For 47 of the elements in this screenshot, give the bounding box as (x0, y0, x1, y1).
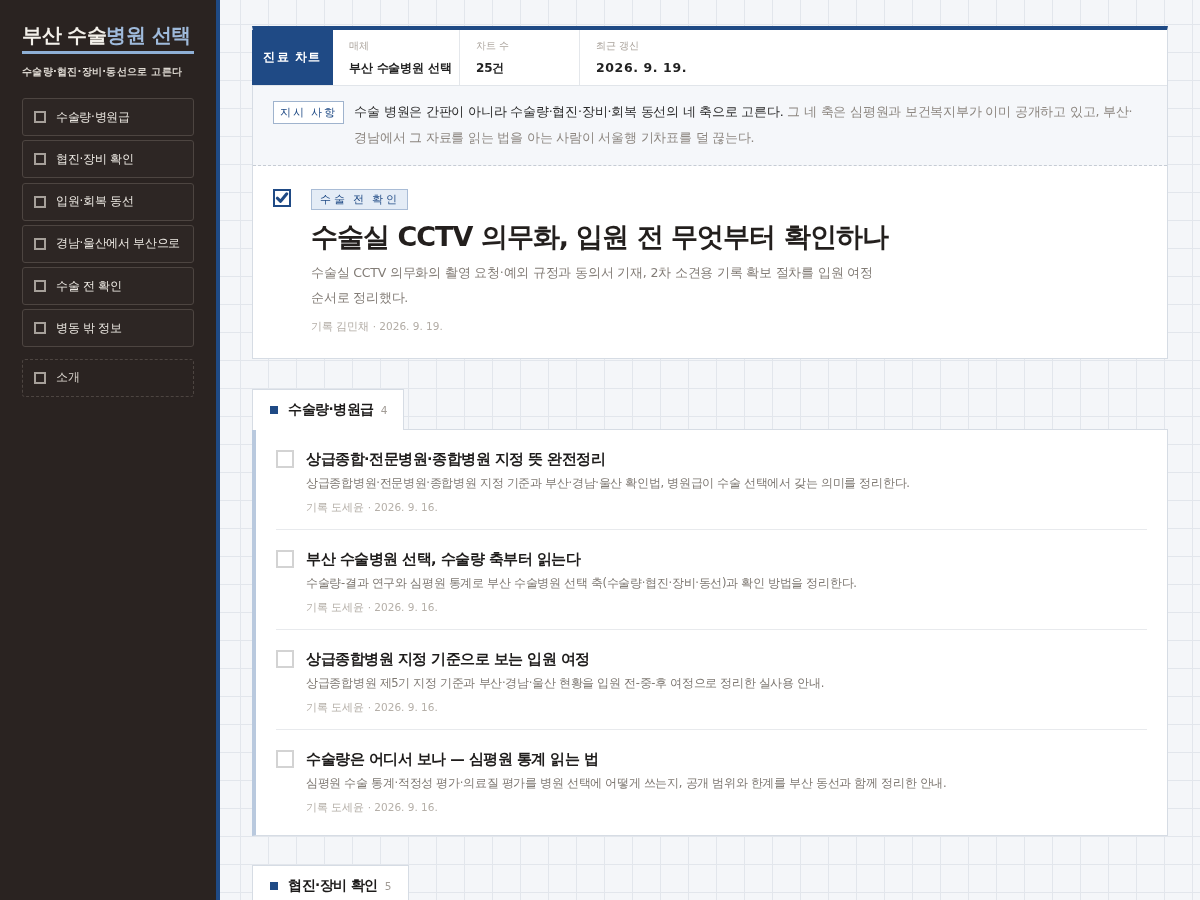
square-icon (34, 237, 46, 250)
article-title[interactable]: 수술량은 어디서 보나 — 심평원 통계 읽는 법 (306, 748, 1147, 770)
tagline: 수술량·협진·장비·동선으로 고른다 (22, 65, 184, 79)
field-value: 부산 수술병원 선택 (349, 60, 452, 77)
square-icon (34, 153, 46, 166)
nav-item[interactable]: 병동 밖 정보 (22, 309, 194, 348)
article-summary: 수술실 CCTV 의무화의 촬영 요청·예외 규정과 동의서 기재, 2차 소견용 기록 확보 절차를 입원 여정 순서로 정리했다. (311, 264, 874, 307)
square-icon (34, 195, 46, 208)
nav-item[interactable]: 수술 전 확인 (22, 267, 194, 306)
chart-label: 진료 차트 (252, 30, 333, 85)
article-summary: 상급종합병원 제5기 지정 기준과 부산·경남·울산 현황을 입원 전-중-후 여정으로 정리한 실사용 안내. (306, 675, 825, 692)
square-icon (34, 322, 46, 335)
section-count: 5 (384, 880, 392, 892)
field-value: 25건 (476, 60, 505, 77)
site-title: 부산 수술병원 선택 (22, 22, 194, 54)
checkbox[interactable] (273, 189, 291, 207)
topic-tag: 수술 전 확인 (311, 189, 409, 210)
square-icon (34, 371, 46, 384)
nav-item[interactable]: 수술량·병원급 (22, 98, 194, 136)
article-title[interactable]: 상급종합·전문병원·종합병원 지정 뜻 완전정리 (306, 448, 1147, 470)
article-byline: 기록 도세윤 · 2026. 9. 16. (306, 600, 439, 615)
square-icon (270, 882, 278, 890)
field-label: 차트 수 (476, 39, 510, 53)
article-byline: 기록 김민채 · 2026. 9. 19. (311, 320, 444, 334)
section-count: 4 (380, 404, 388, 416)
square-icon (34, 280, 46, 293)
section-title: 협진·장비 확인 (288, 877, 378, 895)
article-title[interactable]: 상급종합병원 지정 기준으로 보는 입원 여정 (306, 648, 1147, 670)
nav-item[interactable]: 입원·회복 동선 (22, 182, 194, 221)
square-icon (34, 111, 46, 123)
nav-item[interactable]: 협진·장비 확인 (22, 140, 194, 179)
section-title: 수술량·병원급 (288, 401, 374, 419)
notice-tag: 지시 사항 (273, 101, 345, 124)
article-summary: 상급종합병원·전문병원·종합병원 지정 기준과 부산·경남·울산 확인법, 병원급이 수술 선택에서 갖는 의미를 정리한다. (306, 475, 911, 492)
article-title[interactable]: 부산 수술병원 선택, 수술량 축부터 읽는다 (306, 548, 1147, 570)
field-label: 최근 갱신 (596, 39, 640, 53)
field-label: 매체 (349, 39, 369, 53)
field-value: 2026. 9. 19. (596, 60, 688, 75)
article-summary: 수술량-결과 연구와 심평원 통계로 부산 수술병원 선택 축(수술량·협진·장비·동선)과 확인 방법을 정리한다. (306, 575, 858, 592)
article-byline: 기록 도세윤 · 2026. 9. 16. (306, 700, 439, 715)
article-byline: 기록 도세윤 · 2026. 9. 16. (306, 800, 439, 815)
square-icon (270, 406, 278, 414)
article-summary: 심평원 수술 통계·적정성 평가·의료질 평가를 병원 선택에 어떻게 쓰는지, 공개 범위와 한계를 부산 동선과 함께 정리한 안내. (306, 775, 948, 792)
article-byline: 기록 도세윤 · 2026. 9. 16. (306, 500, 439, 515)
article-headline[interactable]: 수술실 CCTV 의무화, 입원 전 무엇부터 확인하나 (311, 218, 1147, 256)
notice-text: 수술 병원은 간판이 아니라 수술량·협진·장비·회복 동선의 네 축으로 고른다. 그 네 축은 심평원과 보건복지부가 이미 공개하고 있고, 부산·경남에서 그 자료를 읽는 법을 아는 사람이 서울행 기차표를 덜 끊는다. (354, 103, 1134, 147)
nav-item[interactable]: 경남·울산에서 부산으로 (22, 224, 194, 263)
